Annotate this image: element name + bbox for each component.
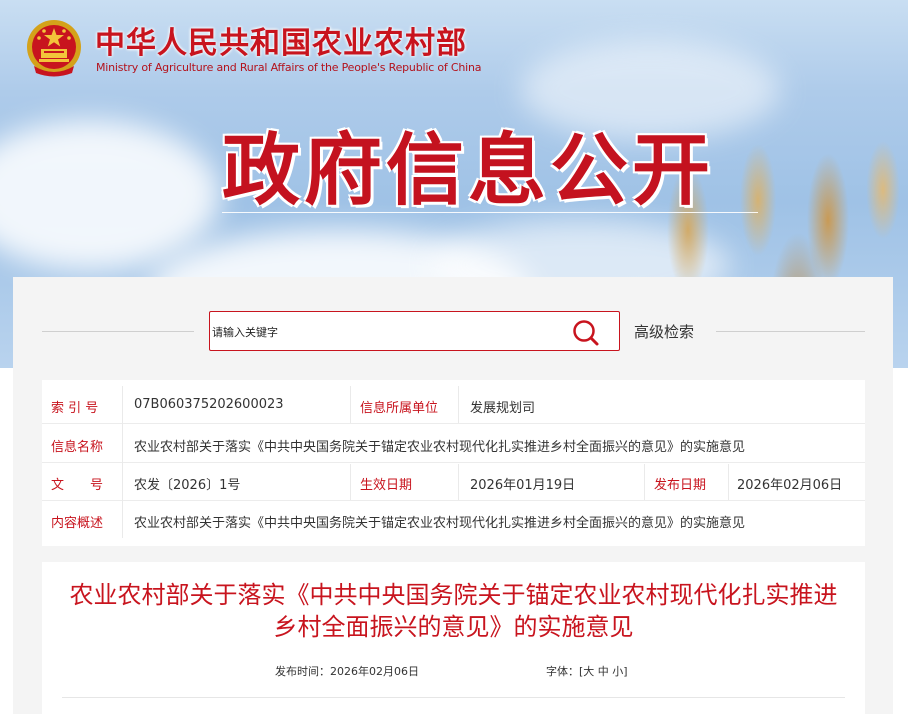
font-size-large-button[interactable]: 大 — [583, 665, 594, 678]
effective-value: 2026年01月19日 — [470, 478, 576, 493]
effective-label: 生效日期 — [360, 478, 413, 493]
title-underline — [222, 212, 758, 213]
article-publish-time: 发布时间：2026年02月06日 — [275, 663, 419, 679]
info-table: 索 引 号 07B060375202600023 信息所属单位 发展规划司 信息… — [42, 380, 865, 546]
article-divider — [62, 697, 845, 698]
advanced-search-link[interactable]: 高级检索 — [634, 321, 694, 342]
column-divider — [458, 386, 459, 423]
info-row: 信息名称 农业农村部关于落实《中共中央国务院关于锚定农业农村现代化扎实推进乡村全… — [42, 425, 865, 463]
divider-line — [42, 331, 194, 332]
column-divider — [350, 464, 351, 500]
summary-label: 内容概述 — [51, 516, 104, 531]
font-size-medium-button[interactable]: 中 — [598, 665, 609, 678]
info-row: 索 引 号 07B060375202600023 信息所属单位 发展规划司 — [42, 386, 865, 424]
bracket-close: ] — [623, 665, 628, 678]
info-row: 文 号 农发〔2026〕1号 生效日期 2026年01月19日 发布日期 202… — [42, 463, 865, 501]
name-value: 农业农村部关于落实《中共中央国务院关于锚定农业农村现代化扎实推进乡村全面振兴的意… — [134, 440, 746, 455]
unit-label: 信息所属单位 — [360, 401, 439, 416]
docno-label: 文 号 — [51, 478, 104, 493]
search-placeholder[interactable]: 请输入关键字 — [212, 324, 278, 340]
ministry-name-en: Ministry of Agriculture and Rural Affair… — [96, 61, 482, 74]
national-emblem-icon — [27, 20, 81, 77]
search-icon[interactable] — [571, 319, 601, 347]
publish-time-value: 2026年02月06日 — [330, 665, 419, 678]
article-card: 农业农村部关于落实《中共中央国务院关于锚定农业农村现代化扎实推进乡村全面振兴的意… — [42, 562, 865, 714]
column-divider — [350, 386, 351, 423]
publish-value: 2026年02月06日 — [737, 478, 843, 493]
column-divider — [728, 464, 729, 500]
section-title: 政府信息公开 — [222, 126, 715, 216]
publish-label: 发布日期 — [654, 478, 707, 493]
divider-line — [716, 331, 865, 332]
column-divider — [644, 464, 645, 500]
font-size-switcher: 字体：[大 中 小] — [546, 663, 628, 679]
ministry-name-cn[interactable]: 中华人民共和国农业农村部 — [95, 18, 467, 62]
index-value: 07B060375202600023 — [134, 397, 284, 412]
publish-time-label: 发布时间： — [275, 665, 330, 678]
docno-value: 农发〔2026〕1号 — [134, 478, 241, 493]
font-size-small-button[interactable]: 小 — [612, 665, 623, 678]
unit-value: 发展规划司 — [470, 401, 536, 416]
column-divider — [122, 386, 123, 538]
article-title: 农业农村部关于落实《中共中央国务院关于锚定农业农村现代化扎实推进乡村全面振兴的意… — [69, 581, 838, 641]
font-size-label: 字体： — [546, 665, 579, 678]
name-label: 信息名称 — [51, 440, 104, 455]
index-label: 索 引 号 — [51, 401, 99, 416]
info-row: 内容概述 农业农村部关于落实《中共中央国务院关于锚定农业农村现代化扎实推进乡村全… — [42, 501, 865, 538]
summary-value: 农业农村部关于落实《中共中央国务院关于锚定农业农村现代化扎实推进乡村全面振兴的意… — [134, 516, 746, 531]
cloud-decoration — [0, 120, 220, 270]
search-input[interactable]: 请输入关键字 — [209, 311, 620, 351]
column-divider — [458, 464, 459, 500]
